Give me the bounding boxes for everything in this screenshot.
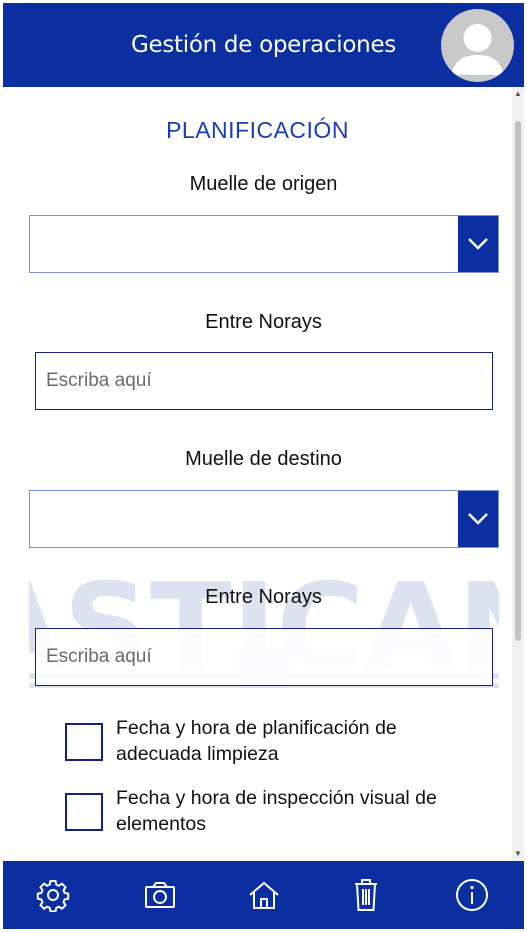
delete-button[interactable] xyxy=(346,875,386,915)
home-icon xyxy=(249,881,279,909)
scroll-up-arrow-icon[interactable]: ▲ xyxy=(512,87,524,101)
cleaning-plan-check-label: Fecha y hora de planificación de adecuad… xyxy=(116,717,397,765)
settings-button[interactable] xyxy=(33,875,73,915)
camera-button[interactable] xyxy=(140,875,180,915)
chevron-down-icon xyxy=(468,238,488,250)
scroll-down-arrow-icon[interactable]: ▼ xyxy=(512,847,524,861)
chevron-down-icon xyxy=(468,513,488,525)
destination-norays-input[interactable] xyxy=(35,628,493,686)
visual-inspection-check-label: Fecha y hora de inspección visual de ele… xyxy=(116,787,437,835)
origin-dropdown-button[interactable] xyxy=(458,216,498,272)
section-title: PLANIFICACIÓN xyxy=(166,117,349,143)
origin-norays-input[interactable] xyxy=(35,352,493,410)
app-header: Gestión de operaciones xyxy=(3,3,524,87)
destination-dropdown-button[interactable] xyxy=(458,491,498,547)
form-content[interactable]: ASTICAN PLANIFICACIÓN Muelle de origen E… xyxy=(3,87,512,861)
destination-dock-label: Muelle de destino xyxy=(185,448,342,470)
origin-dock-select[interactable] xyxy=(29,215,499,273)
scroll-thumb[interactable] xyxy=(515,121,521,641)
home-button[interactable] xyxy=(244,875,284,915)
camera-icon xyxy=(145,882,175,908)
app-window: Gestión de operaciones ASTICAN PLANIFICA… xyxy=(3,3,524,929)
cleaning-plan-checkbox[interactable] xyxy=(65,723,103,761)
gear-icon xyxy=(36,880,70,912)
user-avatar-icon[interactable] xyxy=(441,9,514,82)
trash-icon xyxy=(355,879,377,911)
origin-norays-label: Entre Norays xyxy=(205,311,322,333)
info-button[interactable] xyxy=(452,875,492,915)
cleaning-plan-check-row[interactable]: Fecha y hora de planificación de adecuad… xyxy=(65,715,485,767)
destination-dock-select[interactable] xyxy=(29,490,499,548)
origin-dock-label: Muelle de origen xyxy=(189,173,338,195)
bottom-navigation-bar xyxy=(3,861,524,929)
visual-inspection-checkbox[interactable] xyxy=(65,793,103,831)
visual-inspection-check-row[interactable]: Fecha y hora de inspección visual de ele… xyxy=(65,785,485,837)
info-icon xyxy=(456,879,488,911)
destination-norays-label: Entre Norays xyxy=(205,586,322,608)
vertical-scrollbar[interactable]: ▲ ▼ xyxy=(512,87,524,861)
